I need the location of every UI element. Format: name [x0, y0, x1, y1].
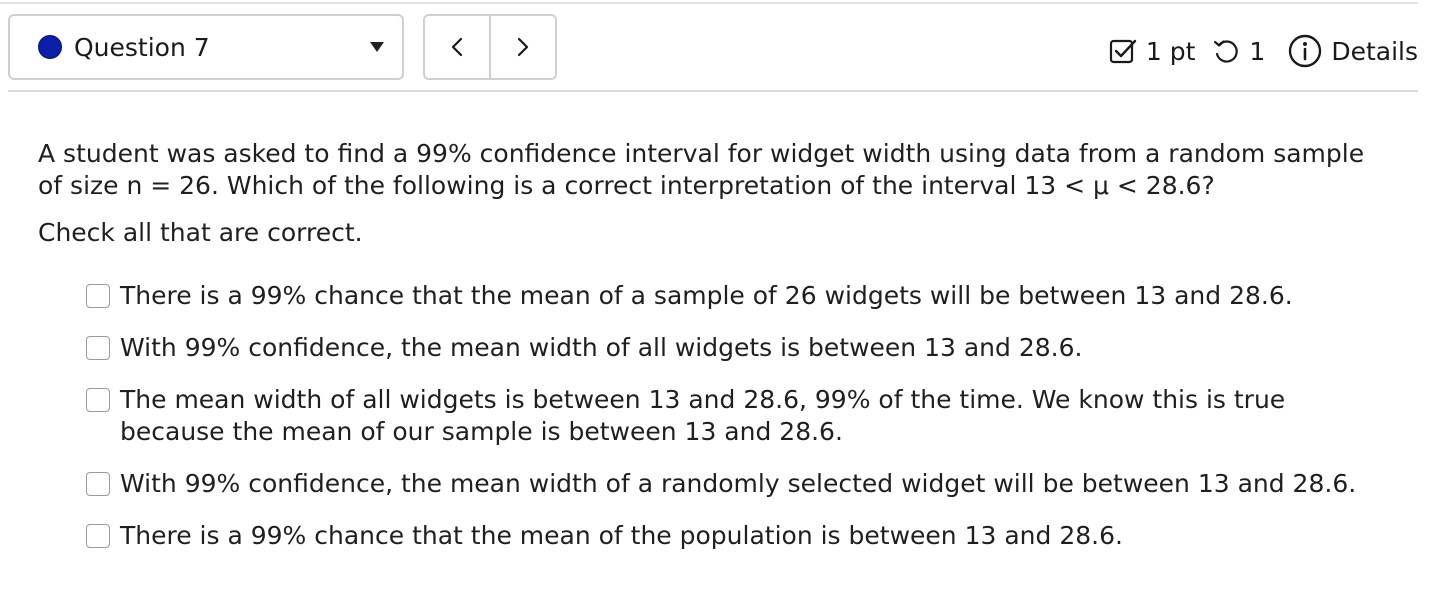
- details-label: Details: [1331, 36, 1418, 66]
- answer-choice-label: There is a 99% chance that the mean of t…: [120, 521, 1123, 550]
- previous-question-button[interactable]: [425, 16, 489, 78]
- answer-checkbox[interactable]: [86, 284, 110, 308]
- answer-choice[interactable]: The mean width of all widgets is between…: [86, 384, 1386, 448]
- info-icon: [1289, 34, 1322, 68]
- answer-checkbox[interactable]: [86, 472, 110, 496]
- answer-choice-label: The mean width of all widgets is between…: [120, 385, 1286, 446]
- chevron-right-icon: [517, 37, 529, 57]
- chevron-left-icon: [451, 37, 463, 57]
- question-nav: [423, 14, 557, 80]
- question-selector-label: Question 7: [74, 32, 210, 62]
- answer-checkbox[interactable]: [86, 336, 110, 360]
- question-status-dot: [38, 35, 62, 59]
- answer-choices: There is a 99% chance that the mean of a…: [86, 280, 1386, 572]
- answer-choice[interactable]: There is a 99% chance that the mean of t…: [86, 520, 1386, 552]
- answer-checkbox[interactable]: [86, 524, 110, 548]
- attempts-info: 1: [1211, 36, 1265, 66]
- answer-choice-label: There is a 99% chance that the mean of a…: [120, 281, 1293, 310]
- points-info: 1 pt: [1108, 36, 1196, 66]
- answer-choice[interactable]: With 99% confidence, the mean width of a…: [86, 468, 1386, 500]
- dropdown-caret-icon: [370, 42, 384, 52]
- top-divider: [0, 2, 1418, 4]
- attempts-label: 1: [1249, 36, 1266, 66]
- question-text: A student was asked to find a 99% confid…: [38, 139, 1365, 200]
- answer-choice-label: With 99% confidence, the mean width of a…: [120, 333, 1083, 362]
- answer-checkbox[interactable]: [86, 388, 110, 412]
- points-label: 1 pt: [1145, 36, 1196, 66]
- answer-choice[interactable]: There is a 99% chance that the mean of a…: [86, 280, 1386, 312]
- answer-choice[interactable]: With 99% confidence, the mean width of a…: [86, 332, 1386, 364]
- question-selector[interactable]: Question 7: [8, 14, 404, 80]
- question-meta: 1 pt 1 Details: [1108, 30, 1418, 72]
- answer-choice-label: With 99% confidence, the mean width of a…: [120, 469, 1357, 498]
- question-instruction: Check all that are correct.: [38, 218, 363, 247]
- retry-icon: [1214, 40, 1239, 63]
- next-question-button[interactable]: [489, 16, 555, 78]
- checkbox-icon: [1109, 39, 1137, 64]
- header-divider: [8, 90, 1418, 92]
- details-button[interactable]: Details: [1287, 33, 1418, 69]
